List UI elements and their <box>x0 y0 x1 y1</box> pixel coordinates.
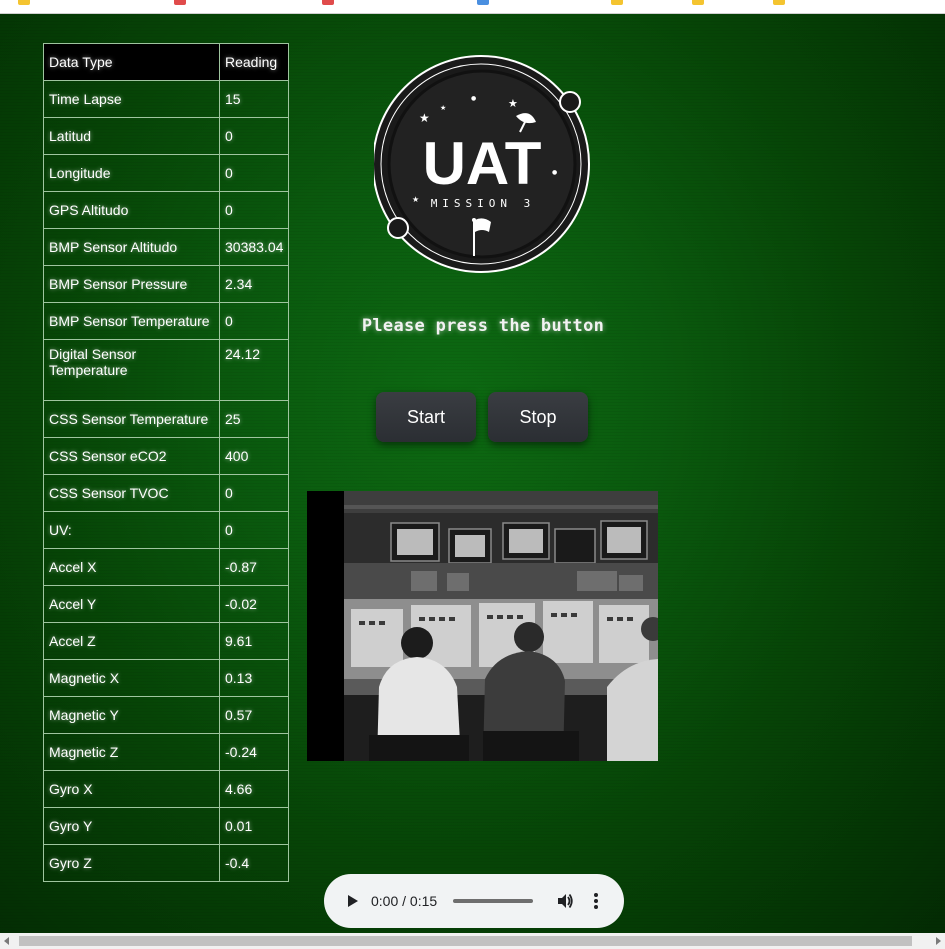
table-row: Magnetic Y 0.57 <box>43 696 290 734</box>
audio-player: 0:00 / 0:15 <box>324 874 624 928</box>
svg-text:★: ★ <box>412 195 419 204</box>
bookmark-icon[interactable] <box>477 0 489 5</box>
stop-button[interactable]: Stop <box>488 392 588 442</box>
data-type-cell: Magnetic Z <box>43 733 220 771</box>
table-row: Accel Y -0.02 <box>43 585 290 623</box>
table-row: Digital Sensor Temperature 24.12 <box>43 339 290 401</box>
reading-cell: 15 <box>218 80 290 118</box>
status-prompt: Please press the button <box>361 316 605 336</box>
bookmark-icon[interactable] <box>773 0 785 5</box>
table-row: Accel Z 9.61 <box>43 622 290 660</box>
table-row: CSS Sensor TVOC 0 <box>43 474 290 512</box>
table-row: Time Lapse 15 <box>43 80 290 118</box>
data-type-cell: Gyro Z <box>43 844 220 882</box>
audio-progress-bar[interactable] <box>453 899 533 903</box>
data-type-cell: BMP Sensor Pressure <box>43 265 220 303</box>
bookmarks-bar <box>0 0 945 14</box>
table-row: Accel X -0.87 <box>43 548 290 586</box>
bookmark-icon[interactable] <box>18 0 30 5</box>
data-type-cell: Gyro Y <box>43 807 220 845</box>
reading-cell: 9.61 <box>218 622 290 660</box>
data-type-cell: Magnetic Y <box>43 696 220 734</box>
data-type-cell: Gyro X <box>43 770 220 808</box>
data-type-cell: Accel Y <box>43 585 220 623</box>
bookmark-icon[interactable] <box>322 0 334 5</box>
reading-cell: -0.02 <box>218 585 290 623</box>
audio-time: 0:00 / 0:15 <box>371 893 438 909</box>
reading-cell: 0.01 <box>218 807 290 845</box>
sensor-data-table: Data Type Reading Time Lapse 15 Latitud 0 … <box>43 43 290 882</box>
svg-text:★: ★ <box>440 104 446 112</box>
reading-cell: 24.12 <box>218 339 290 401</box>
header-reading: Reading <box>218 43 290 81</box>
data-type-cell: Latitud <box>43 117 220 155</box>
table-row: Magnetic X 0.13 <box>43 659 290 697</box>
table-row: Latitud 0 <box>43 117 290 155</box>
data-type-cell: UV: <box>43 511 220 549</box>
reading-cell: 0 <box>218 474 290 512</box>
bookmark-icon[interactable] <box>174 0 186 5</box>
reading-cell: 0 <box>218 154 290 192</box>
svg-text:●: ● <box>552 169 557 176</box>
reading-cell: -0.24 <box>218 733 290 771</box>
logo-title: UAT <box>423 130 542 197</box>
scroll-right-icon[interactable] <box>934 937 942 945</box>
mission-control-video[interactable] <box>307 491 658 761</box>
table-row: CSS Sensor Temperature 25 <box>43 400 290 438</box>
uat-mission-logo: ★ ★ ● ★ ● ★ UAT MISSION 3 <box>374 55 590 273</box>
data-type-cell: Longitude <box>43 154 220 192</box>
volume-icon[interactable] <box>556 892 574 910</box>
header-data-type: Data Type <box>43 43 220 81</box>
table-header-row: Data Type Reading <box>43 43 290 81</box>
reading-cell: 0 <box>218 117 290 155</box>
data-type-cell: Time Lapse <box>43 80 220 118</box>
table-row: Magnetic Z -0.24 <box>43 733 290 771</box>
table-row: Gyro Z -0.4 <box>43 844 290 882</box>
bookmark-icon[interactable] <box>692 0 704 5</box>
data-type-cell: BMP Sensor Temperature <box>43 302 220 340</box>
data-type-cell: CSS Sensor Temperature <box>43 400 220 438</box>
table-row: UV: 0 <box>43 511 290 549</box>
data-type-cell: Accel Z <box>43 622 220 660</box>
reading-cell: 25 <box>218 400 290 438</box>
svg-text:●: ● <box>471 95 476 102</box>
table-row: CSS Sensor eCO2 400 <box>43 437 290 475</box>
data-type-cell: GPS Altitudo <box>43 191 220 229</box>
reading-cell: 0 <box>218 191 290 229</box>
reading-cell: 400 <box>218 437 290 475</box>
svg-text:★: ★ <box>508 97 518 110</box>
reading-cell: 0 <box>218 302 290 340</box>
table-row: BMP Sensor Pressure 2.34 <box>43 265 290 303</box>
reading-cell: 2.34 <box>218 265 290 303</box>
data-type-cell: Accel X <box>43 548 220 586</box>
horizontal-scrollbar[interactable] <box>0 933 945 949</box>
data-type-cell: Magnetic X <box>43 659 220 697</box>
reading-cell: 30383.04 <box>218 228 290 266</box>
bookmark-icon[interactable] <box>611 0 623 5</box>
table-row: GPS Altitudo 0 <box>43 191 290 229</box>
scroll-left-icon[interactable] <box>3 937 11 945</box>
table-row: Gyro Y 0.01 <box>43 807 290 845</box>
reading-cell: -0.87 <box>218 548 290 586</box>
table-row: BMP Sensor Altitudo 30383.04 <box>43 228 290 266</box>
table-row: Longitude 0 <box>43 154 290 192</box>
table-row: BMP Sensor Temperature 0 <box>43 302 290 340</box>
reading-cell: 0.57 <box>218 696 290 734</box>
table-row: Gyro X 4.66 <box>43 770 290 808</box>
data-type-cell: CSS Sensor eCO2 <box>43 437 220 475</box>
data-type-cell: CSS Sensor TVOC <box>43 474 220 512</box>
reading-cell: 0 <box>218 511 290 549</box>
logo-subtitle: MISSION 3 <box>431 197 536 210</box>
reading-cell: 4.66 <box>218 770 290 808</box>
start-button[interactable]: Start <box>376 392 476 442</box>
reading-cell: 0.13 <box>218 659 290 697</box>
svg-text:★: ★ <box>419 111 430 125</box>
scrollbar-thumb[interactable] <box>19 936 912 946</box>
reading-cell: -0.4 <box>218 844 290 882</box>
more-vert-icon[interactable] <box>592 892 600 910</box>
play-icon[interactable] <box>344 893 360 909</box>
data-type-cell: Digital Sensor Temperature <box>43 339 220 401</box>
data-type-cell: BMP Sensor Altitudo <box>43 228 220 266</box>
